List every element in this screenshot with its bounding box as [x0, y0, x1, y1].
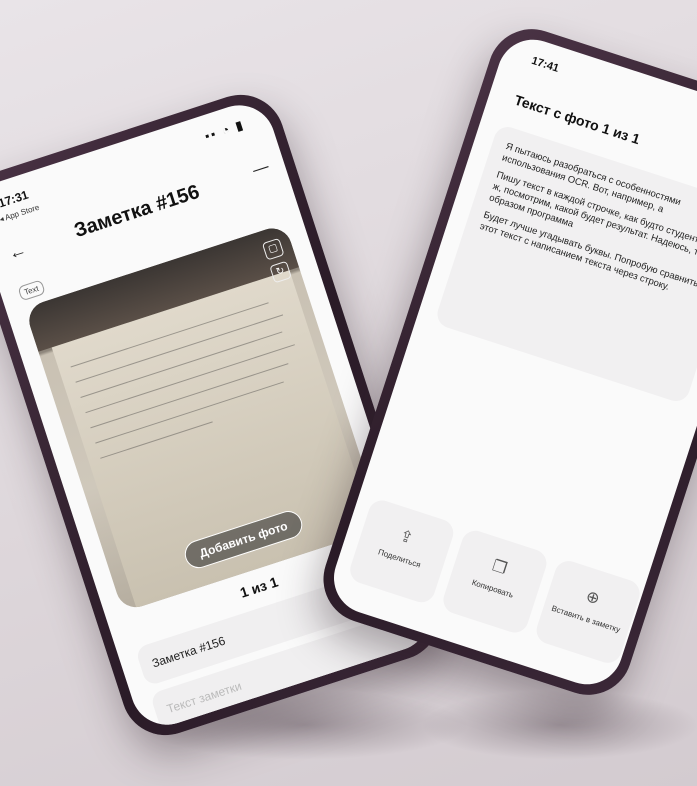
handwriting-line: [100, 421, 213, 459]
copy-icon: ❐: [489, 557, 509, 579]
right-phone-screen: 17:41 Текст с фото 1 из 1 Я пытаюсь разо…: [324, 30, 697, 694]
share-icon: ⇪: [397, 527, 416, 548]
right-phone: 17:41 Текст с фото 1 из 1 Я пытаюсь разо…: [312, 17, 697, 707]
left-phone-screen: 17:31 ▪▪ ◔ ▮ ◂ App Store ← Заметка #156 …: [0, 96, 439, 734]
paste-to-note-button[interactable]: ⊕ Вставить в заметку: [533, 557, 644, 667]
handwriting-line: [90, 363, 289, 429]
right-phone-shadow: [420, 690, 697, 760]
handwriting-line: [95, 381, 284, 444]
handwriting-line: [80, 331, 283, 398]
copy-label: Копировать: [470, 577, 515, 600]
recognized-text-card[interactable]: Я пытаюсь разобраться с особенностями ис…: [433, 123, 697, 405]
text-chip[interactable]: Text: [17, 279, 46, 302]
copy-button[interactable]: ❐ Копировать: [439, 527, 551, 637]
handwriting-line: [85, 344, 295, 414]
status-time: 17:41: [529, 54, 561, 75]
status-icons: ▪▪ ◔ ▮: [202, 117, 247, 144]
share-button[interactable]: ⇪ Поделиться: [346, 496, 457, 606]
